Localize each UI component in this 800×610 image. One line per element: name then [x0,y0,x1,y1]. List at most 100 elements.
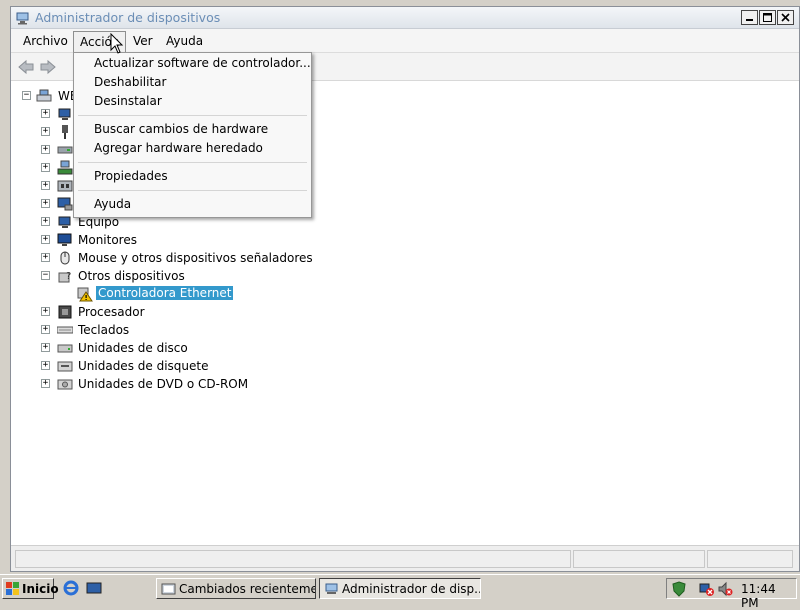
task-label: Cambiados recienteme... [179,582,316,596]
maximize-icon [763,13,772,22]
tree-item-label: Procesador [78,305,145,319]
expand-icon[interactable]: + [41,307,50,316]
tree-item-label: Controladora Ethernet [96,286,234,300]
ide-controller-icon [57,142,73,158]
keyboard-icon [56,322,74,338]
menu-item-disable[interactable]: Deshabilitar [94,75,166,89]
menu-archivo[interactable]: Archivo [23,34,68,48]
expand-icon[interactable]: + [41,343,50,352]
back-button[interactable] [17,59,35,75]
close-icon [781,13,790,22]
expand-icon[interactable]: + [41,325,50,334]
status-pane-2 [573,550,705,568]
warning-device-icon [77,286,93,302]
network-disconnected-icon[interactable] [699,581,715,600]
start-button[interactable]: Inicio [2,578,59,599]
tree-item-label: Unidades de DVD o CD-ROM [78,377,249,391]
computer-icon [36,88,52,104]
dvd-drive-icon [57,376,73,392]
tree-item-mouse[interactable]: + Mouse y otros dispositivos señaladores [15,249,335,267]
task-button-device-manager[interactable]: Administrador de disp... [319,578,481,599]
tree-item-discos[interactable]: + Unidades de disco [15,339,315,357]
menu-separator [78,162,307,163]
menu-item-uninstall[interactable]: Desinstalar [94,94,162,108]
tree-item-otros[interactable]: − ? Otros dispositivos [15,267,315,285]
task-button-recent[interactable]: Cambiados recienteme... [156,578,316,599]
menu-item-help[interactable]: Ayuda [94,197,131,211]
disk-drive-icon [57,340,73,356]
expand-icon[interactable]: + [41,145,50,154]
expand-icon[interactable]: + [41,361,50,370]
window-title: Administrador de dispositivos [35,10,221,25]
folder-icon [161,581,177,598]
title-bar[interactable]: Administrador de dispositivos [11,7,799,29]
device-manager-app-icon [15,10,31,26]
menu-bar: Archivo Acción Ver Ayuda [11,29,799,53]
status-pane-main [15,550,571,568]
maximize-button[interactable] [759,10,776,25]
tree-item-label: Otros dispositivos [78,269,185,283]
monitor-icon [57,232,73,248]
expand-icon[interactable]: + [41,235,50,244]
expand-icon[interactable]: + [41,199,50,208]
tree-item-label: Unidades de disco [78,341,188,355]
expand-icon[interactable]: + [41,109,50,118]
show-desktop-icon[interactable] [86,580,102,599]
forward-button[interactable] [39,59,57,75]
menu-item-scan-hardware[interactable]: Buscar cambios de hardware [94,122,268,136]
collapse-icon[interactable]: − [41,271,50,280]
computer-icon [57,214,73,230]
tree-item-procesador[interactable]: + Procesador [15,303,315,321]
action-menu: Actualizar software de controlador... De… [73,52,312,218]
internet-explorer-icon[interactable] [63,580,79,599]
back-arrow-icon [18,59,34,75]
menu-item-add-legacy-hardware[interactable]: Agregar hardware heredado [94,141,263,155]
expand-icon[interactable]: + [41,127,50,136]
windows-logo-icon [6,582,20,599]
tree-item-monitores[interactable]: + Monitores [15,231,315,249]
minimize-icon [746,19,753,21]
forward-arrow-icon [40,59,56,75]
menu-item-properties[interactable]: Propiedades [94,169,168,183]
tree-item-ethernet-controller[interactable]: Controladora Ethernet [15,285,315,303]
svg-text:?: ? [66,271,71,282]
mouse-icon [57,250,73,266]
menu-ayuda[interactable]: Ayuda [166,34,203,48]
display-adapter-icon [57,196,73,212]
port-icon [57,178,73,194]
computer-icon [57,106,73,122]
tree-item-label: Teclados [78,323,130,337]
menu-separator [78,115,307,116]
expand-icon[interactable]: + [41,253,50,262]
floppy-drive-icon [57,358,73,374]
expand-icon[interactable]: + [41,217,50,226]
volume-muted-icon[interactable] [717,581,733,600]
tree-item-label: Monitores [78,233,137,247]
clock: 11:44 PM [741,582,776,610]
tree-item-teclados[interactable]: + Teclados [15,321,315,339]
menu-ver[interactable]: Ver [133,34,153,48]
close-button[interactable] [777,10,794,25]
collapse-icon[interactable]: − [22,91,31,100]
status-bar [11,545,799,571]
expand-icon[interactable]: + [41,181,50,190]
tree-item-label: Unidades de disquete [78,359,209,373]
security-shield-icon[interactable] [671,581,687,600]
usb-controller-icon [57,124,73,140]
taskbar: Inicio Cambiados recienteme... Administr… [0,574,800,610]
expand-icon[interactable]: + [41,379,50,388]
status-pane-3 [707,550,793,568]
menu-item-update-driver[interactable]: Actualizar software de controlador... [94,56,311,70]
system-tray: 11:44 PM [666,578,797,610]
network-adapter-icon [57,160,73,176]
tree-item-label: Mouse y otros dispositivos señaladores [78,251,313,265]
tree-item-disquete[interactable]: + Unidades de disquete [15,357,315,375]
processor-icon [57,304,73,320]
task-label: Administrador de disp... [342,582,481,596]
mouse-pointer-icon [110,32,124,55]
expand-icon[interactable]: + [41,163,50,172]
tree-item-dvd[interactable]: + Unidades de DVD o CD-ROM [15,375,315,393]
menu-separator [78,190,307,191]
unknown-device-icon: ? [57,268,73,284]
minimize-button[interactable] [741,10,758,25]
